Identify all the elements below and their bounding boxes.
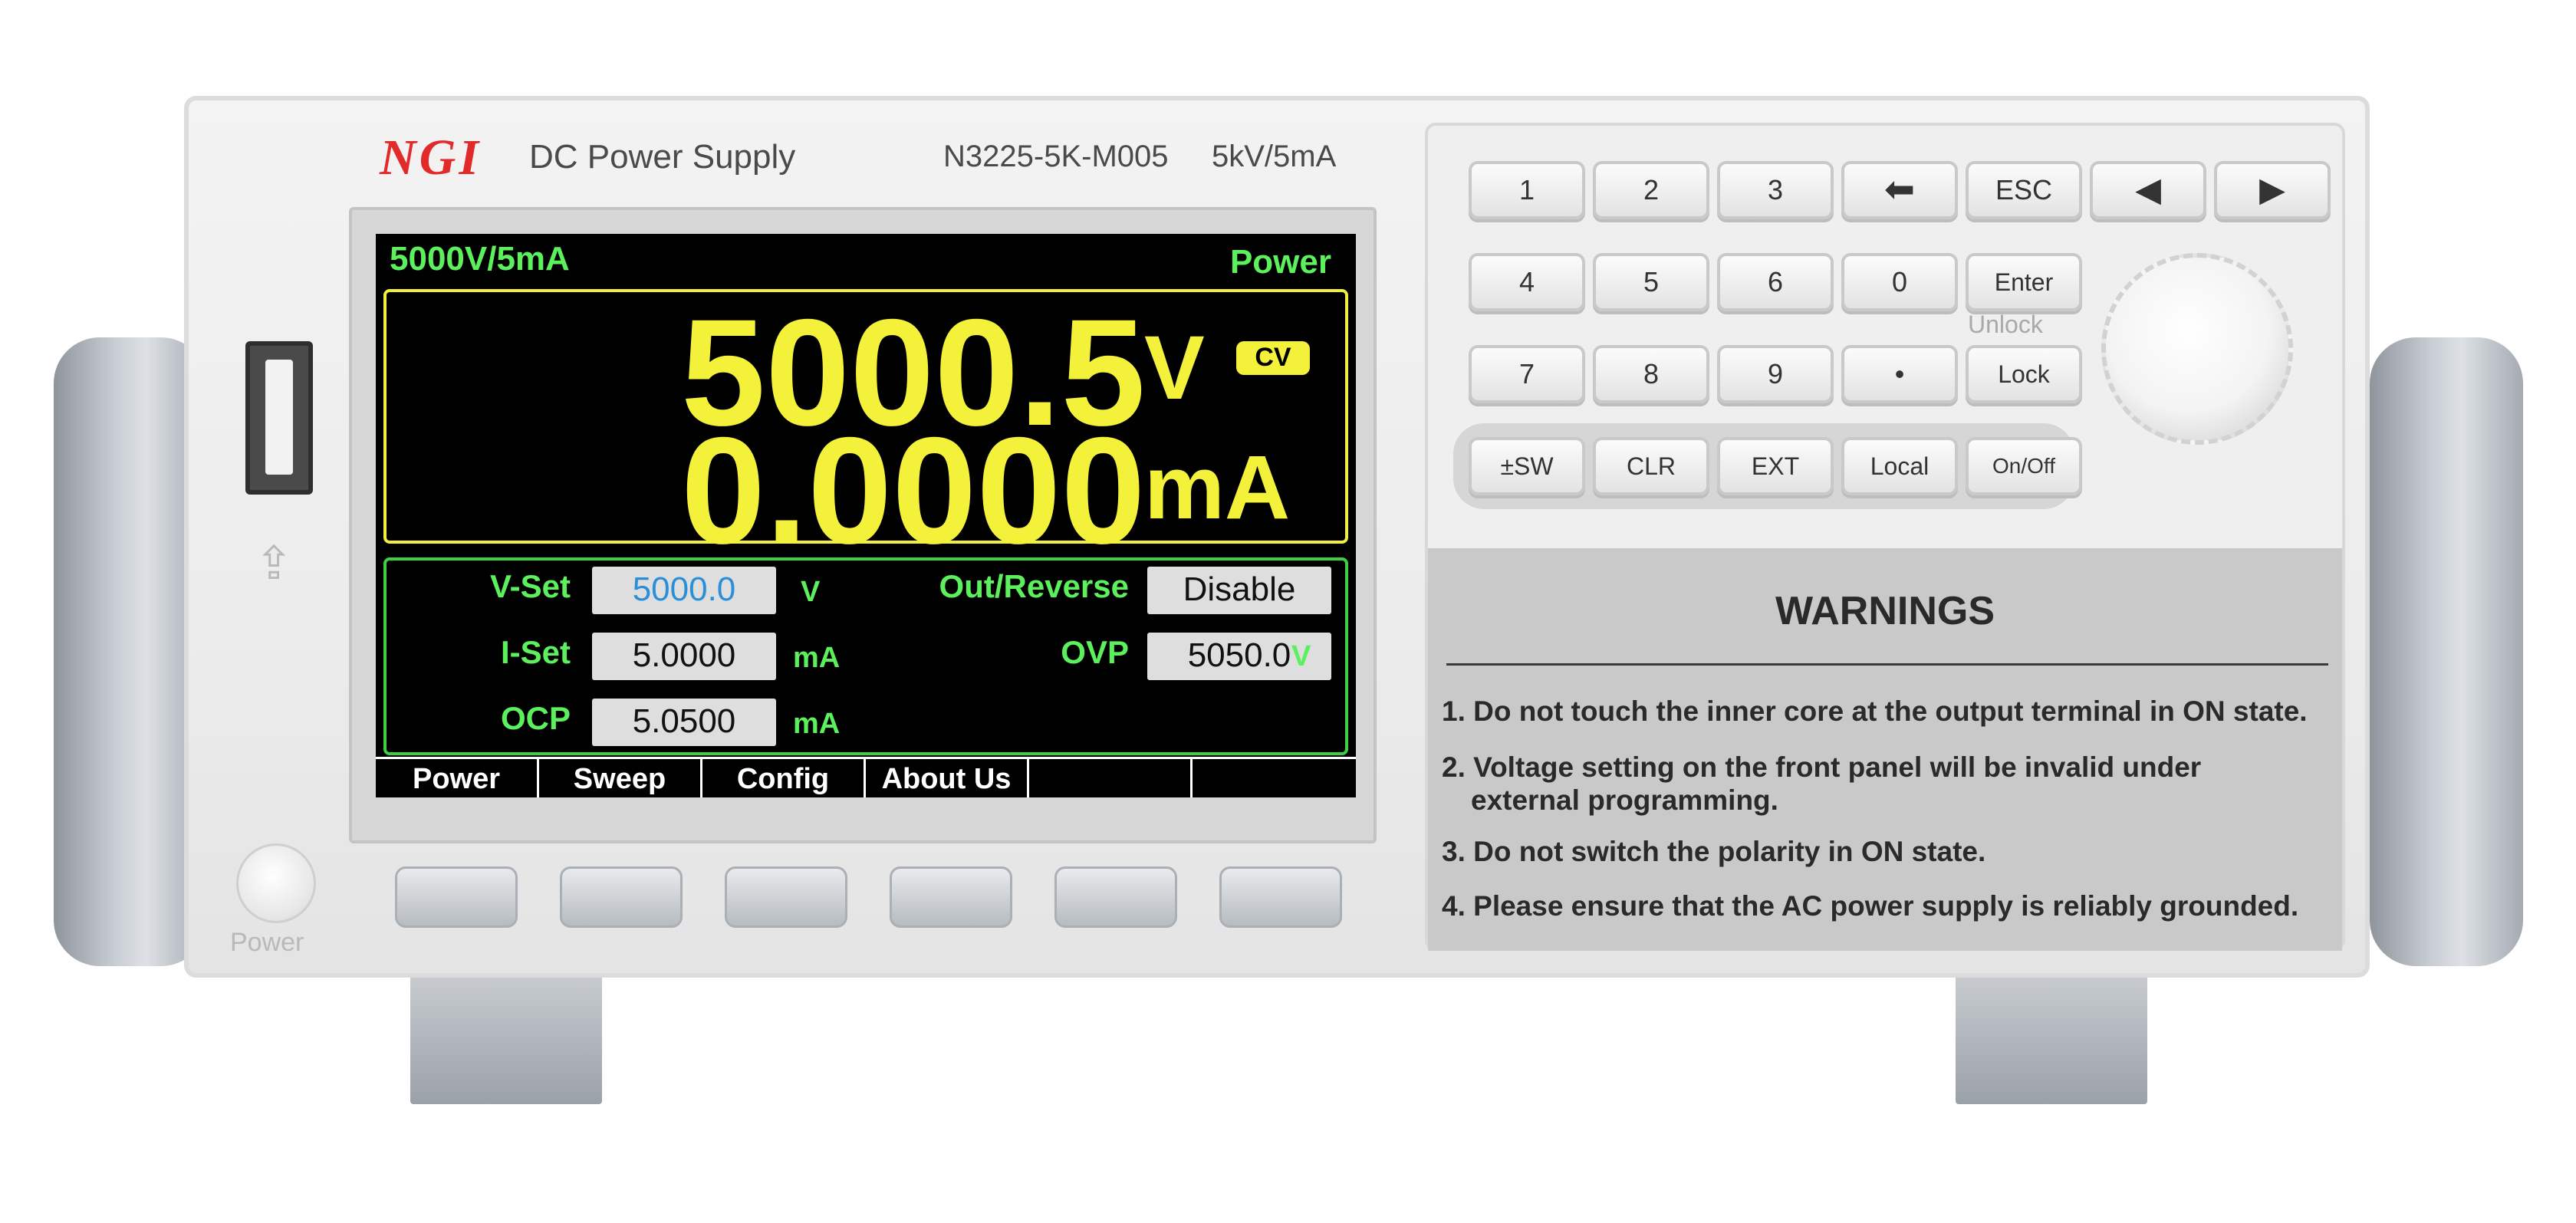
current-readback: 0.0000 (681, 406, 1146, 575)
usb-connector-icon (265, 360, 293, 475)
ovp-label: OVP (1061, 634, 1129, 670)
ovp-unit-outer: V (1291, 640, 1311, 672)
out-reverse-field[interactable]: Disable (1147, 567, 1331, 614)
menu-sweep[interactable]: Sweep (539, 759, 702, 797)
readback-panel: 5000.5 V CV 0.0000 mA (383, 289, 1348, 567)
esc-key[interactable]: ESC (1966, 161, 2082, 219)
right-handle (2370, 337, 2523, 966)
warning-label: WARNINGS 1. Do not touch the inner core … (1428, 548, 2342, 951)
local-key[interactable]: Local (1841, 437, 1958, 495)
mode-indicator: Power (1229, 243, 1331, 281)
power-button[interactable] (236, 843, 316, 923)
ext-key[interactable]: EXT (1717, 437, 1834, 495)
key-4[interactable]: 4 (1469, 253, 1585, 311)
softkey-2[interactable] (560, 866, 683, 928)
warning-item-1: 1. Do not touch the inner core at the ou… (1442, 695, 2308, 727)
display-screen: 5000V/5mA Power 5000.5 V CV 0.0000 mA V-… (376, 234, 1356, 797)
warning-divider (1446, 663, 2328, 666)
key-5[interactable]: 5 (1593, 253, 1709, 311)
vset-label: V-Set (489, 568, 571, 604)
product-name: DC Power Supply (529, 138, 796, 176)
iset-unit: mA (793, 642, 841, 674)
softkey-menu-bar: Power Sweep Config About Us (376, 757, 1356, 797)
softkey-3[interactable] (725, 866, 847, 928)
key-1[interactable]: 1 (1469, 161, 1585, 219)
menu-power[interactable]: Power (376, 759, 539, 797)
cv-status-badge: CV (1236, 341, 1310, 375)
key-7[interactable]: 7 (1469, 345, 1585, 403)
rotary-knob[interactable] (2101, 253, 2293, 445)
out-reverse-label: Out/Reverse (939, 568, 1129, 604)
menu-about-us[interactable]: About Us (866, 759, 1029, 797)
warning-title: WARNINGS (1775, 589, 1995, 633)
warning-item-4: 4. Please ensure that the AC power suppl… (1442, 890, 2299, 922)
right-foot (1956, 974, 2147, 1104)
warning-item-2-cont: external programming. (1471, 784, 1778, 816)
menu-config[interactable]: Config (702, 759, 866, 797)
ocp-label: OCP (500, 700, 571, 736)
power-label: Power (230, 928, 304, 957)
softkey-1[interactable] (395, 866, 518, 928)
usb-symbol-icon: ⇪ (255, 538, 294, 589)
backspace-key[interactable]: ⬅ (1841, 161, 1958, 219)
rating-label: 5kV/5mA (1212, 140, 1337, 173)
key-3[interactable]: 3 (1717, 161, 1834, 219)
warning-item-3: 3. Do not switch the polarity in ON stat… (1442, 836, 1986, 867)
ocp-field[interactable]: 5.0500 (592, 699, 776, 746)
vset-unit: V (801, 576, 821, 608)
unlock-label: Unlock (1968, 311, 2043, 338)
settings-panel: V-Set 5000.0 V Out/Reverse Disable I-Set… (383, 557, 1348, 755)
current-unit: mA (1144, 437, 1291, 538)
clr-key[interactable]: CLR (1593, 437, 1709, 495)
key-0[interactable]: 0 (1841, 253, 1958, 311)
left-arrow-key[interactable]: ◀ (2090, 161, 2206, 219)
voltage-unit: V (1144, 317, 1205, 419)
brand-logo: NGI (380, 130, 482, 186)
sw-key[interactable]: ±SW (1469, 437, 1585, 495)
warning-item-2: 2. Voltage setting on the front panel wi… (1442, 751, 2202, 783)
iset-field[interactable]: 5.0000 (592, 633, 776, 680)
enter-key[interactable]: Enter (1966, 253, 2082, 311)
menu-empty-5[interactable] (1029, 759, 1193, 797)
key-2[interactable]: 2 (1593, 161, 1709, 219)
right-arrow-key[interactable]: ▶ (2214, 161, 2331, 219)
lock-key[interactable]: Lock (1966, 345, 2082, 403)
on-off-key[interactable]: On/Off (1966, 437, 2082, 495)
softkey-6[interactable] (1219, 866, 1342, 928)
ocp-unit: mA (793, 708, 841, 740)
left-foot (410, 974, 602, 1104)
softkey-4[interactable] (890, 866, 1012, 928)
model-number: N3225-5K-M005 (943, 140, 1169, 173)
menu-empty-6[interactable] (1193, 759, 1356, 797)
usb-port[interactable] (245, 341, 313, 495)
range-indicator: 5000V/5mA (390, 240, 570, 278)
key-6[interactable]: 6 (1717, 253, 1834, 311)
vset-field[interactable]: 5000.0 (592, 567, 776, 614)
softkey-5[interactable] (1054, 866, 1177, 928)
key-9[interactable]: 9 (1717, 345, 1834, 403)
iset-label: I-Set (500, 634, 571, 670)
decimal-point-key[interactable]: • (1841, 345, 1958, 403)
key-8[interactable]: 8 (1593, 345, 1709, 403)
